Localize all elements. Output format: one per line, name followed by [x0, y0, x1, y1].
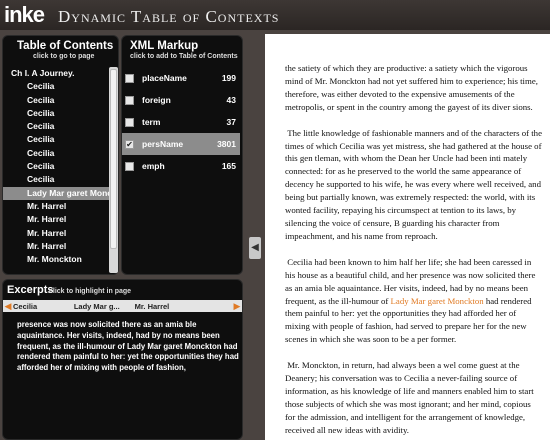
- toc-item-selected[interactable]: Lady Mar garet Monck: [3, 186, 109, 200]
- paragraph: the satiety of which they are productive…: [285, 63, 538, 112]
- toc-item[interactable]: Mr. Harrel: [3, 240, 109, 253]
- toc-item[interactable]: Cecilia: [3, 94, 109, 107]
- app-title: Dynamic Table of Contexts: [58, 7, 280, 26]
- excerpts-tab-bar: ◀ Cecilia Lady Mar g... Mr. Harrel ▶: [3, 300, 242, 312]
- prev-arrow-icon[interactable]: ◀: [3, 301, 13, 312]
- xml-title: XML Markup: [130, 40, 199, 52]
- toc-item[interactable]: Cecilia: [3, 173, 109, 186]
- toc-item[interactable]: Cecilia: [3, 107, 109, 120]
- reading-pane: the satiety of which they are productive…: [265, 34, 550, 440]
- xml-row-placename[interactable]: placeName 199: [122, 67, 240, 89]
- next-arrow-icon[interactable]: ▶: [232, 301, 242, 312]
- excerpts-subtitle: click to highlight in page: [49, 288, 132, 295]
- inke-logo: inke: [4, 2, 45, 27]
- toc-item-chapter[interactable]: Ch I. A Journey.: [3, 67, 109, 80]
- highlighted-name[interactable]: Lady Mar garet Monckton: [391, 296, 484, 306]
- paragraph-text: Mr. Monckton, in return, had always been…: [285, 360, 534, 435]
- excerpt-tab[interactable]: Lady Mar g...: [74, 302, 135, 311]
- xml-tag-name: placeName: [142, 73, 187, 83]
- xml-row-persname[interactable]: ✔ persName 3801: [122, 133, 240, 155]
- paragraph: Mr. Monckton, in return, had always been…: [285, 359, 543, 436]
- toc-item[interactable]: Mr. Monckton: [3, 253, 109, 266]
- toc-item[interactable]: Cecilia: [3, 80, 109, 93]
- xml-tag-count: 37: [226, 117, 236, 127]
- paragraph-text: The little knowledge of fashionable mann…: [285, 127, 542, 241]
- toc-title: Table of Contents: [17, 40, 114, 52]
- page-text: the satiety of which they are productive…: [285, 62, 543, 440]
- toc-subtitle: click to go to page: [33, 53, 95, 60]
- toc-item[interactable]: Mr. Harrel: [3, 200, 109, 213]
- xml-row-term[interactable]: term 37: [122, 111, 240, 133]
- xml-tag-count: 199: [221, 73, 236, 83]
- paragraph: The little knowledge of fashionable mann…: [285, 127, 543, 243]
- checkbox-checked[interactable]: ✔: [125, 139, 134, 149]
- checkbox[interactable]: [125, 161, 134, 171]
- excerpt-text[interactable]: presence was now solicited there as an a…: [17, 320, 239, 374]
- xml-subtitle: click to add to Table of Contents: [130, 53, 238, 60]
- toc-scrollbar-thumb[interactable]: [110, 69, 117, 249]
- excerpts-title: Excerpts: [7, 284, 54, 296]
- excerpts-panel: Excerpts click to highlight in page ◀ Ce…: [2, 279, 243, 440]
- xml-markup-panel: XML Markup click to add to Table of Cont…: [121, 35, 243, 275]
- toc-item[interactable]: Cecilia: [3, 160, 109, 173]
- xml-tag-name: persName: [142, 139, 184, 149]
- xml-tag-count: 3801: [217, 139, 236, 149]
- checkbox[interactable]: [125, 117, 134, 127]
- xml-tag-name: term: [142, 117, 161, 127]
- checkbox[interactable]: [125, 73, 134, 83]
- xml-tag-name: emph: [142, 161, 165, 171]
- collapse-panel-button[interactable]: ◀: [249, 237, 261, 259]
- toc-panel: Table of Contents click to go to page Ch…: [2, 35, 119, 275]
- toc-item[interactable]: Cecilia: [3, 133, 109, 146]
- paragraph: Cecilia had been known to him half her l…: [285, 256, 543, 346]
- app-header: inke Dynamic Table of Contexts: [0, 0, 550, 30]
- toc-item[interactable]: Mr. Harrel: [3, 213, 109, 226]
- toc-item[interactable]: Cecilia: [3, 120, 109, 133]
- xml-row-foreign[interactable]: foreign 43: [122, 89, 240, 111]
- xml-tag-count: 43: [226, 95, 236, 105]
- toc-scrollbar[interactable]: [109, 67, 118, 273]
- toc-list: Ch I. A Journey. Cecilia Cecilia Cecilia…: [3, 67, 109, 273]
- xml-row-emph[interactable]: emph 165: [122, 155, 240, 177]
- toc-item[interactable]: Cecilia: [3, 147, 109, 160]
- excerpt-tab[interactable]: Mr. Harrel: [135, 302, 196, 311]
- checkbox[interactable]: [125, 95, 134, 105]
- toc-item[interactable]: Mr. Harrel: [3, 227, 109, 240]
- xml-list: placeName 199 foreign 43 term 37 ✔ persN…: [122, 67, 240, 177]
- xml-tag-name: foreign: [142, 95, 171, 105]
- xml-tag-count: 165: [221, 161, 236, 171]
- excerpt-tab[interactable]: Cecilia: [13, 302, 74, 311]
